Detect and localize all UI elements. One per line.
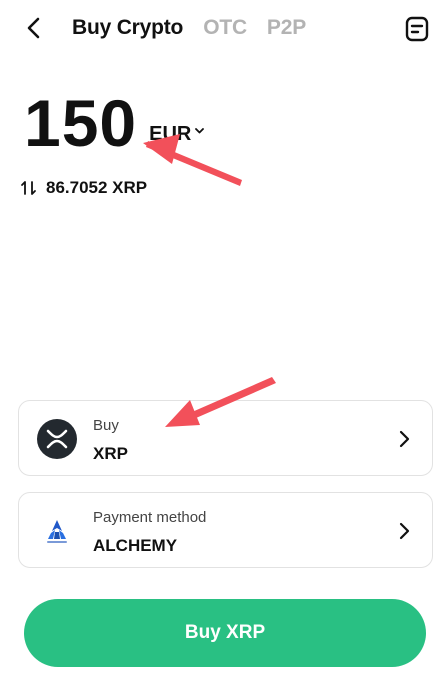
chevron-right-icon bbox=[399, 430, 410, 448]
swap-arrows-icon[interactable] bbox=[20, 179, 38, 197]
alchemy-pay-logo-icon bbox=[47, 520, 67, 543]
buy-asset-value: XRP bbox=[93, 444, 128, 463]
buy-xrp-button[interactable]: Buy XRP bbox=[24, 599, 426, 667]
amount-display: 150 EUR bbox=[24, 88, 205, 158]
buy-label: Buy bbox=[93, 417, 119, 434]
tab-buy-crypto[interactable]: Buy Crypto bbox=[72, 16, 183, 40]
currency-selector[interactable]: EUR bbox=[149, 123, 205, 146]
tab-otc[interactable]: OTC bbox=[203, 16, 247, 40]
chevron-down-icon bbox=[195, 127, 205, 133]
order-history-icon[interactable] bbox=[402, 14, 432, 44]
top-bar: Buy Crypto OTC P2P bbox=[0, 0, 444, 58]
chevron-right-icon bbox=[399, 522, 410, 540]
chevron-left-icon[interactable] bbox=[20, 14, 48, 42]
buy-asset-card[interactable]: Buy XRP bbox=[18, 400, 433, 476]
currency-code: EUR bbox=[149, 123, 192, 145]
payment-method-label: Payment method bbox=[93, 509, 207, 526]
tab-p2p[interactable]: P2P bbox=[267, 16, 306, 40]
conversion-row: 86.7052 XRP bbox=[20, 178, 147, 198]
payment-method-value: ALCHEMY bbox=[93, 536, 178, 555]
payment-method-card[interactable]: Payment method ALCHEMY bbox=[18, 492, 433, 568]
amount-input[interactable]: 150 bbox=[24, 88, 137, 158]
conversion-amount: 86.7052 XRP bbox=[46, 178, 148, 197]
xrp-logo-icon bbox=[37, 419, 77, 459]
tab-bar: Buy Crypto OTC P2P bbox=[72, 16, 306, 40]
